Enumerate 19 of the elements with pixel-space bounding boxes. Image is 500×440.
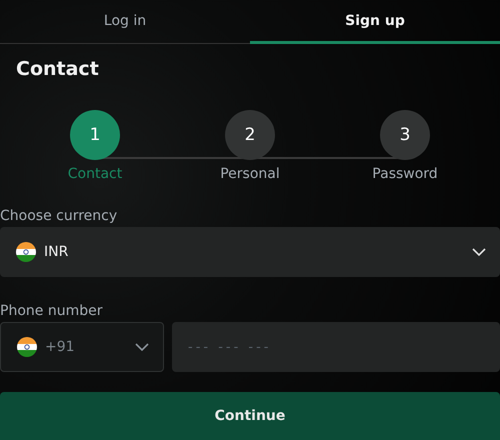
india-flag-icon — [17, 337, 37, 357]
field-label: Phone number — [0, 303, 104, 321]
step-circle: 2 — [225, 110, 275, 160]
chevron-down-icon — [135, 343, 149, 351]
step-label: Contact — [68, 166, 122, 182]
india-flag-icon — [16, 242, 36, 262]
chevron-down-icon — [472, 248, 486, 256]
field-label: Choose currency — [0, 208, 118, 226]
tab[interactable]: Sign up — [250, 0, 500, 44]
phone-input[interactable]: --- --- --- — [172, 322, 500, 372]
step-circle: 1 — [70, 110, 120, 160]
tab[interactable]: Log in — [0, 0, 250, 44]
step-circle: 3 — [380, 110, 430, 160]
currency-select[interactable]: INR — [0, 227, 500, 277]
step-label: Password — [372, 166, 438, 182]
continue-button[interactable]: Continue — [0, 392, 500, 440]
country-code-select[interactable]: +91 — [0, 322, 164, 372]
section-title: Contact — [15, 57, 100, 82]
step-label: Personal — [220, 166, 280, 182]
